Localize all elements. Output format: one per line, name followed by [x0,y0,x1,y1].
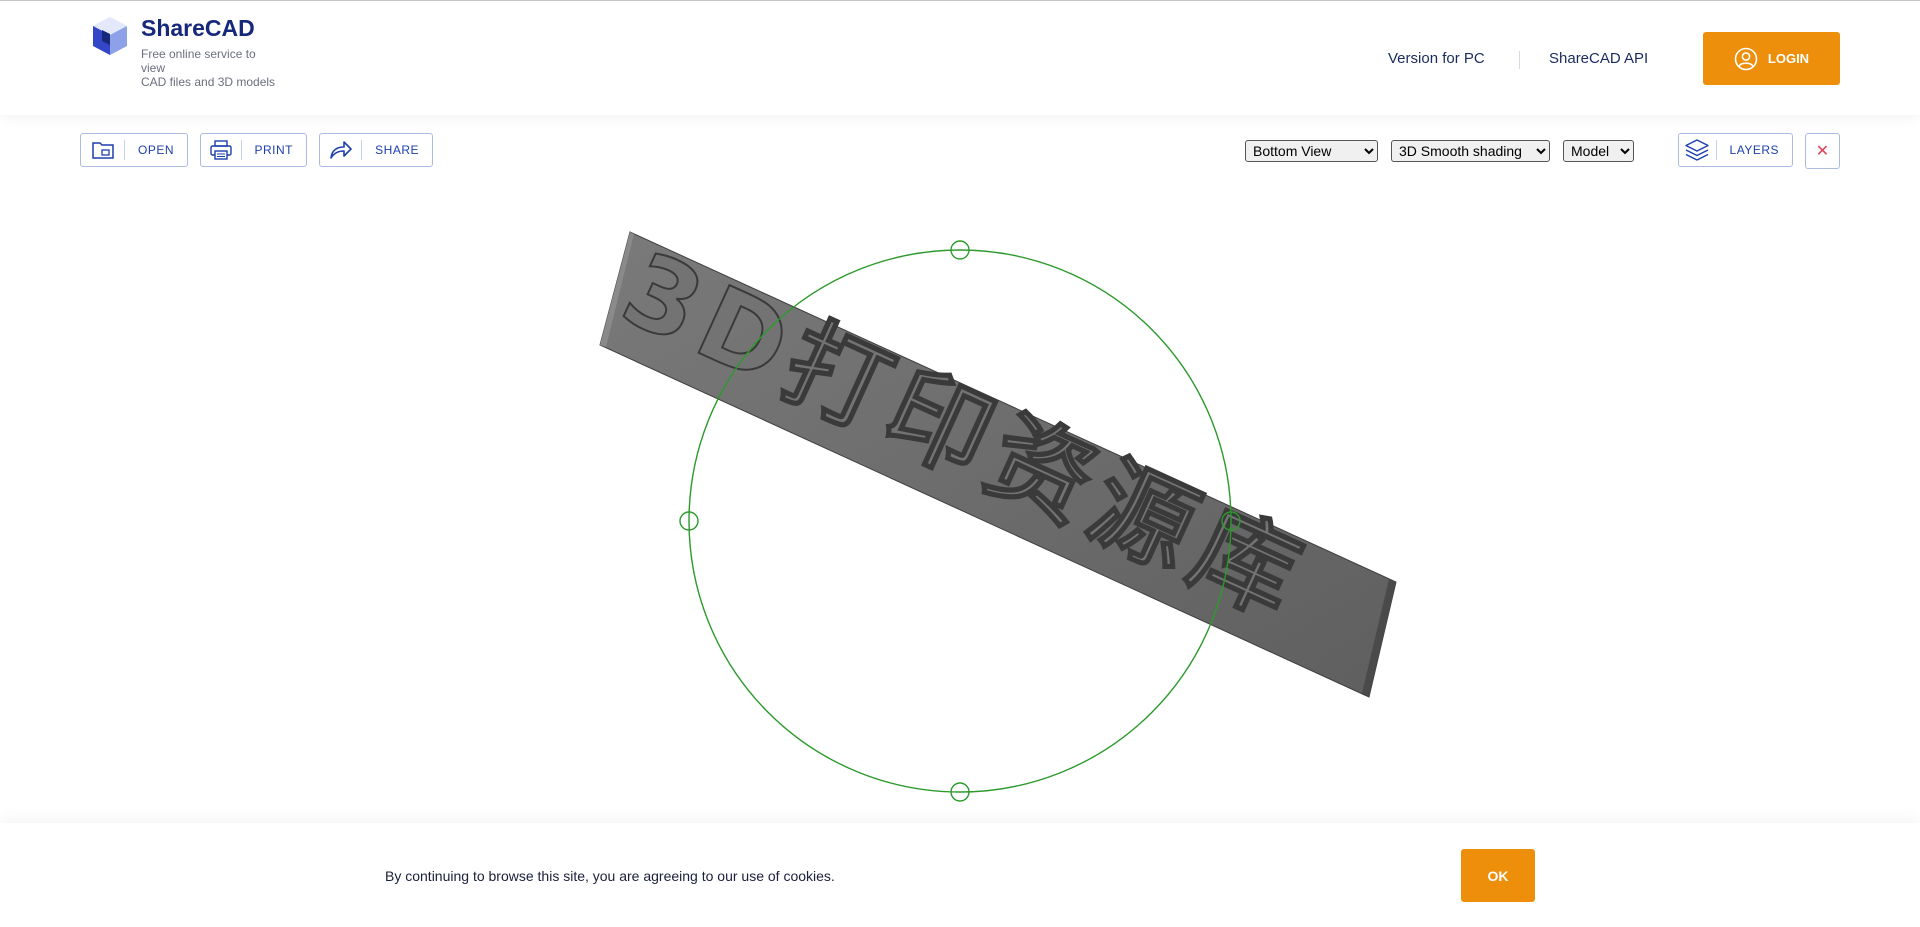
layers-icon [1679,139,1716,161]
layers-button[interactable]: LAYERS [1678,133,1793,167]
close-button[interactable]: ✕ [1805,133,1840,169]
open-button[interactable]: OPEN [80,133,188,167]
print-button[interactable]: PRINT [200,133,307,167]
nav-divider [1519,51,1520,69]
printer-icon [201,140,241,160]
cookie-ok-button[interactable]: OK [1461,849,1535,902]
cookie-message: By continuing to browse this site, you a… [385,868,835,884]
cad-viewer-canvas[interactable]: 3D打印资源库 [0,180,1920,820]
login-label: LOGIN [1767,51,1810,66]
folder-icon [81,141,124,159]
user-icon [1734,47,1758,70]
print-label: PRINT [254,143,293,157]
view-select[interactable]: Bottom View [1245,140,1378,162]
layers-label: LAYERS [1729,143,1779,157]
sharecad-logo-icon[interactable] [90,15,130,57]
share-button[interactable]: SHARE [319,133,433,167]
cookie-banner: By continuing to browse this site, you a… [0,823,1920,927]
close-icon: ✕ [1815,143,1830,160]
model-plate[interactable]: 3D打印资源库 [599,229,1397,698]
login-button[interactable]: LOGIN [1703,32,1840,85]
shading-select[interactable]: 3D Smooth shading [1391,140,1550,162]
space-select[interactable]: Model [1563,140,1634,162]
sharecad-api-link[interactable]: ShareCAD API [1549,50,1648,67]
version-for-pc-link[interactable]: Version for PC [1388,50,1485,67]
brand-tagline: Free online service to view CAD files and… [141,47,276,89]
share-arrow-icon [320,140,361,160]
brand-name[interactable]: ShareCAD [141,15,255,42]
share-label: SHARE [375,143,419,157]
open-label: OPEN [137,143,174,157]
site-header: ShareCAD Free online service to view CAD … [0,1,1920,115]
